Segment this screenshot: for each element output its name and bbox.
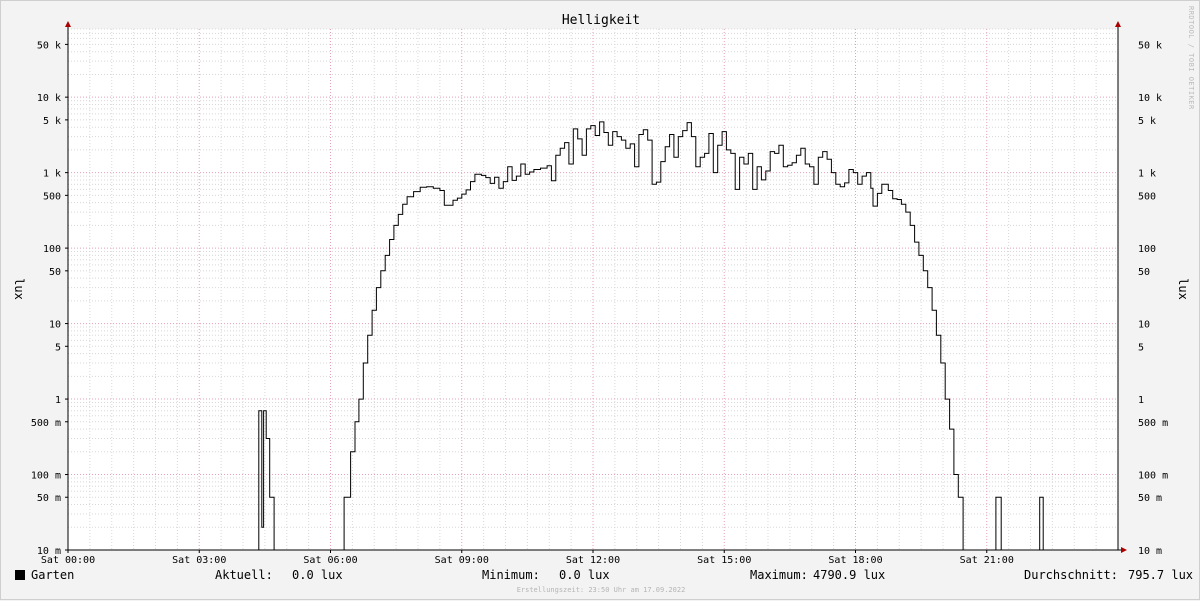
x-tick-label: Sat 12:00 bbox=[566, 555, 620, 566]
y-tick-label-right: 100 bbox=[1138, 244, 1156, 255]
x-tick-label: Sat 09:00 bbox=[435, 555, 489, 566]
y-tick-label: 500 bbox=[43, 191, 61, 202]
y-tick-label-right: 10 k bbox=[1138, 93, 1162, 104]
y-tick-label: 1 k bbox=[43, 169, 61, 180]
y-tick-label: 10 k bbox=[37, 93, 61, 104]
y-tick-label-right: 1 bbox=[1138, 395, 1144, 406]
legend-series-name: Garten bbox=[31, 568, 75, 582]
legend-swatch bbox=[15, 570, 25, 580]
legend-row: Garten Aktuell: 0.0 lux Minimum: 0.0 lux… bbox=[1, 568, 1200, 584]
y-axis-right-arrow-icon bbox=[1115, 21, 1121, 27]
y-tick-label: 50 k bbox=[37, 40, 61, 51]
x-ticks: Sat 00:00 Sat 03:00 Sat 06:00 Sat 09:00 Sat … bbox=[41, 550, 1014, 566]
x-tick-label: Sat 18:00 bbox=[828, 555, 882, 566]
y-ticks-left: 10 m50 m100 m500 m1510501005001 k5 k10 k… bbox=[31, 40, 68, 557]
y-tick-label-right: 50 m bbox=[1138, 493, 1162, 504]
y-tick-label-right: 50 k bbox=[1138, 40, 1162, 51]
maximum-label: Maximum: bbox=[750, 568, 808, 582]
aktuell-value: 0.0 lux bbox=[292, 568, 343, 582]
y-tick-label: 100 bbox=[43, 244, 61, 255]
maximum-value: 4790.9 lux bbox=[813, 568, 886, 582]
y-tick-label-right: 500 bbox=[1138, 191, 1156, 202]
x-tick-label: Sat 06:00 bbox=[303, 555, 357, 566]
x-tick-label: Sat 21:00 bbox=[960, 555, 1014, 566]
y-tick-label-right: 1 k bbox=[1138, 169, 1156, 180]
y-tick-label: 100 m bbox=[31, 471, 61, 482]
average-label: Durchschnitt: bbox=[1024, 568, 1118, 582]
y-axis-arrow-icon bbox=[65, 21, 71, 27]
y-tick-label: 500 m bbox=[31, 418, 61, 429]
x-tick-label: Sat 15:00 bbox=[697, 555, 751, 566]
y-tick-label: 5 bbox=[55, 342, 61, 353]
chart-title: Helligkeit bbox=[562, 13, 640, 28]
y-tick-label: 5 k bbox=[43, 116, 61, 127]
y-tick-label: 50 bbox=[49, 267, 61, 278]
y-tick-label-right: 50 bbox=[1138, 267, 1150, 278]
x-tick-label: Sat 00:00 bbox=[41, 555, 95, 566]
minimum-label: Minimum: bbox=[482, 568, 540, 582]
graph-frame: 10 m 50 m 100 m 500 m 1 5 10 50 100 500 1 k 5 k 10 k… bbox=[0, 0, 1200, 600]
y-axis-label-right: lux bbox=[1176, 278, 1190, 300]
brightness-chart: 10 m 50 m 100 m 500 m 1 5 10 50 100 500 1 k 5 k 10 k… bbox=[12, 6, 1195, 566]
x-axis-arrow-icon bbox=[1121, 547, 1127, 553]
y-tick-label: 10 bbox=[49, 320, 61, 331]
rrdtool-watermark: RRDTOOL / TOBI OETIKER bbox=[1187, 6, 1195, 110]
y-tick-label: 1 bbox=[55, 395, 61, 406]
y-tick-label: 50 m bbox=[37, 493, 61, 504]
y-tick-label-right: 500 m bbox=[1138, 418, 1168, 429]
y-tick-label-right: 100 m bbox=[1138, 471, 1168, 482]
x-tick-label: Sat 03:00 bbox=[172, 555, 226, 566]
y-tick-label-right: 10 bbox=[1138, 320, 1150, 331]
aktuell-label: Aktuell: bbox=[215, 568, 273, 582]
minimum-value: 0.0 lux bbox=[559, 568, 610, 582]
creation-time-footer: Erstellungszeit: 23:50 Uhr am 17.09.2022 bbox=[516, 586, 686, 594]
y-axis-label-left: lux bbox=[12, 278, 26, 300]
average-value: 795.7 lux bbox=[1128, 568, 1194, 582]
y-tick-label-right: 5 bbox=[1138, 342, 1144, 353]
y-tick-label-right: 10 m bbox=[1138, 546, 1162, 557]
y-tick-label-right: 5 k bbox=[1138, 116, 1156, 127]
y-ticks-right: 10 m 50 m 100 m 500 m 1 5 10 50 100 500 1 k 5 k 10 k… bbox=[1138, 40, 1168, 557]
